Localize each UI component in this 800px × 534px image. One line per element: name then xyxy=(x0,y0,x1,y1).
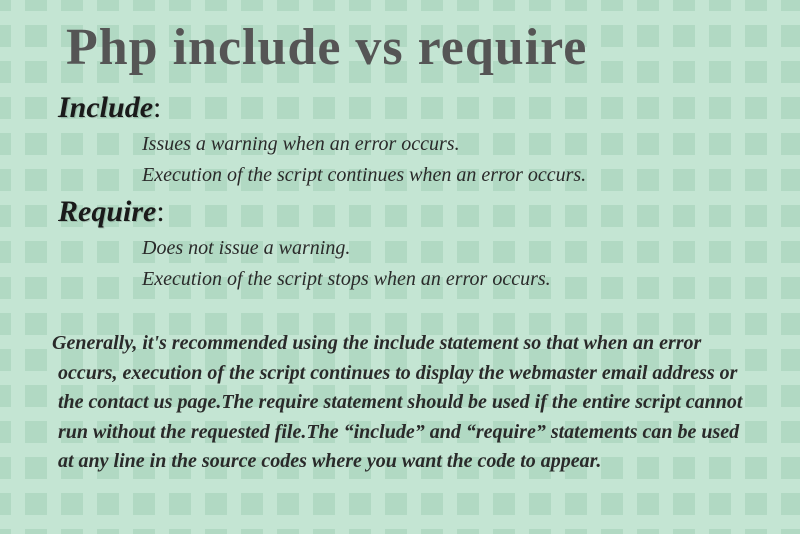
summary-paragraph: Generally, it's recommended using the in… xyxy=(0,329,800,477)
colon: : xyxy=(156,195,164,228)
include-heading: Include: xyxy=(0,91,800,125)
include-keyword: Include xyxy=(58,91,153,124)
page-title: Php include vs require xyxy=(0,0,800,77)
require-point-2: Execution of the script stops when an er… xyxy=(0,268,800,291)
colon: : xyxy=(153,91,161,124)
require-heading: Require: xyxy=(0,195,800,229)
require-point-1: Does not issue a warning. xyxy=(0,237,800,260)
include-point-1: Issues a warning when an error occurs. xyxy=(0,133,800,156)
include-point-2: Execution of the script continues when a… xyxy=(0,164,800,187)
require-keyword: Require xyxy=(58,195,156,228)
